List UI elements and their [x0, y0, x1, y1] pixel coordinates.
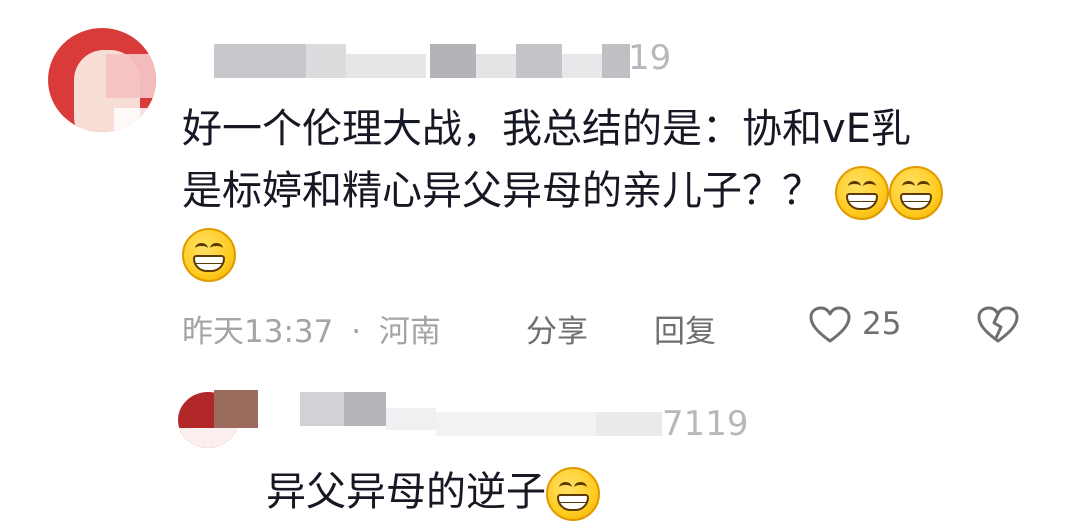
avatar-mosaic [214, 390, 258, 428]
reply-username-suffix: 7119 [662, 404, 749, 444]
like-count: 25 [862, 306, 902, 342]
avatar-mosaic [114, 108, 156, 132]
comment-body[interactable]: 好一个伦理大战，我总结的是：协和vE乳 是标婷和精心异父异母的亲儿子？？ [182, 98, 1042, 284]
commenter-avatar[interactable] [48, 28, 156, 132]
avatar-face [178, 428, 238, 448]
avatar-mosaic [106, 54, 156, 98]
broken-heart-icon[interactable] [976, 305, 1020, 345]
comment-time: 昨天13:37 [182, 314, 334, 350]
username-suffix: 19 [628, 38, 672, 78]
grinning-face-icon [834, 166, 889, 220]
comment-line-3 [182, 222, 1042, 284]
comment-line-2-text: 是标婷和精心异父异母的亲儿子？？ [182, 168, 822, 214]
grinning-face-icon [182, 228, 236, 282]
reply-body[interactable]: 异父异母的逆子 [266, 462, 600, 522]
comment-location: 河南 [378, 314, 441, 350]
reply-button[interactable]: 回复 [654, 306, 716, 351]
comment-line-1: 好一个伦理大战，我总结的是：协和vE乳 [182, 106, 911, 152]
meta-separator: · [351, 314, 362, 350]
comment-meta: 昨天13:37 · 河南 [182, 306, 441, 350]
grinning-face-icon [888, 166, 943, 220]
comment-line-2: 是标婷和精心异父异母的亲儿子？？ [182, 160, 1042, 222]
heart-icon[interactable] [808, 305, 852, 345]
grinning-face-icon [546, 467, 600, 521]
reply-text: 异父异母的逆子 [266, 469, 546, 515]
share-button[interactable]: 分享 [526, 306, 588, 351]
